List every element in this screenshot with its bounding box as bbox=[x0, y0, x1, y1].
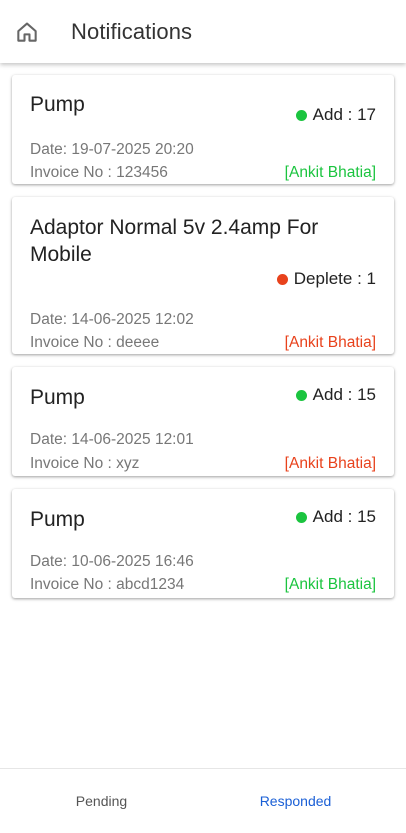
add-status-dot bbox=[295, 511, 307, 523]
stock-change-badge: Add : 17 bbox=[295, 104, 376, 126]
notification-date: Date: 14-06-2025 12:01 bbox=[30, 431, 194, 448]
invoice-number: Invoice No : abcd1234 bbox=[30, 576, 185, 593]
invoice-number: Invoice No : 123456 bbox=[30, 164, 168, 181]
author-name: [Ankit Bhatia] bbox=[284, 455, 376, 472]
stock-change-badge: Add : 15 bbox=[295, 384, 376, 406]
invoice-number: Invoice No : deeee bbox=[30, 334, 160, 351]
stock-change-badge: Add : 15 bbox=[295, 506, 376, 528]
tab-responded-label: Responded bbox=[259, 793, 332, 809]
notifications-screen: Notifications Pump Add : 17 Date: 19-07-… bbox=[0, 0, 406, 833]
app-bar: Notifications bbox=[0, 0, 406, 63]
stock-change-label: Deplete : 1 bbox=[293, 269, 376, 288]
author-name: [Ankit Bhatia] bbox=[284, 164, 376, 181]
notification-card[interactable]: Pump Add : 15 Date: 14-06-2025 12:01 Inv… bbox=[12, 367, 394, 476]
home-button[interactable] bbox=[14, 19, 40, 45]
product-name: Pump bbox=[30, 93, 85, 116]
stock-change-label: Add : 15 bbox=[312, 507, 376, 526]
notification-card[interactable]: Pump Add : 15 Date: 10-06-2025 16:46 Inv… bbox=[12, 489, 394, 598]
add-status-dot bbox=[295, 109, 307, 121]
deplete-status-dot bbox=[276, 273, 288, 285]
stock-change-label: Add : 15 bbox=[312, 385, 376, 404]
tab-pending[interactable]: Pending bbox=[0, 769, 203, 833]
page-title: Notifications bbox=[71, 19, 193, 44]
author-name: [Ankit Bhatia] bbox=[284, 576, 376, 593]
author-name: [Ankit Bhatia] bbox=[284, 334, 376, 351]
tab-pending-label: Pending bbox=[75, 793, 128, 809]
product-name: Pump bbox=[30, 386, 85, 409]
notification-date: Date: 14-06-2025 12:02 bbox=[30, 311, 194, 328]
tab-responded[interactable]: Responded bbox=[194, 769, 397, 833]
invoice-number: Invoice No : xyz bbox=[30, 455, 140, 472]
home-icon bbox=[17, 22, 37, 42]
add-status-dot bbox=[295, 389, 307, 401]
bottom-navigation: Pending Responded bbox=[0, 768, 406, 833]
product-name: Pump bbox=[30, 508, 85, 531]
notification-date: Date: 10-06-2025 16:46 bbox=[30, 553, 194, 570]
notification-date: Date: 19-07-2025 20:20 bbox=[30, 141, 194, 158]
notification-card[interactable]: Pump Add : 17 Date: 19-07-2025 20:20 Inv… bbox=[12, 75, 394, 184]
notification-card[interactable]: Adaptor Normal 5v 2.4amp For Mobile Depl… bbox=[12, 197, 394, 354]
stock-change-badge: Deplete : 1 bbox=[276, 268, 376, 290]
product-name: Adaptor Normal 5v 2.4amp For Mobile bbox=[30, 216, 319, 266]
notification-list: Pump Add : 17 Date: 19-07-2025 20:20 Inv… bbox=[0, 63, 406, 768]
stock-change-label: Add : 17 bbox=[312, 105, 376, 124]
